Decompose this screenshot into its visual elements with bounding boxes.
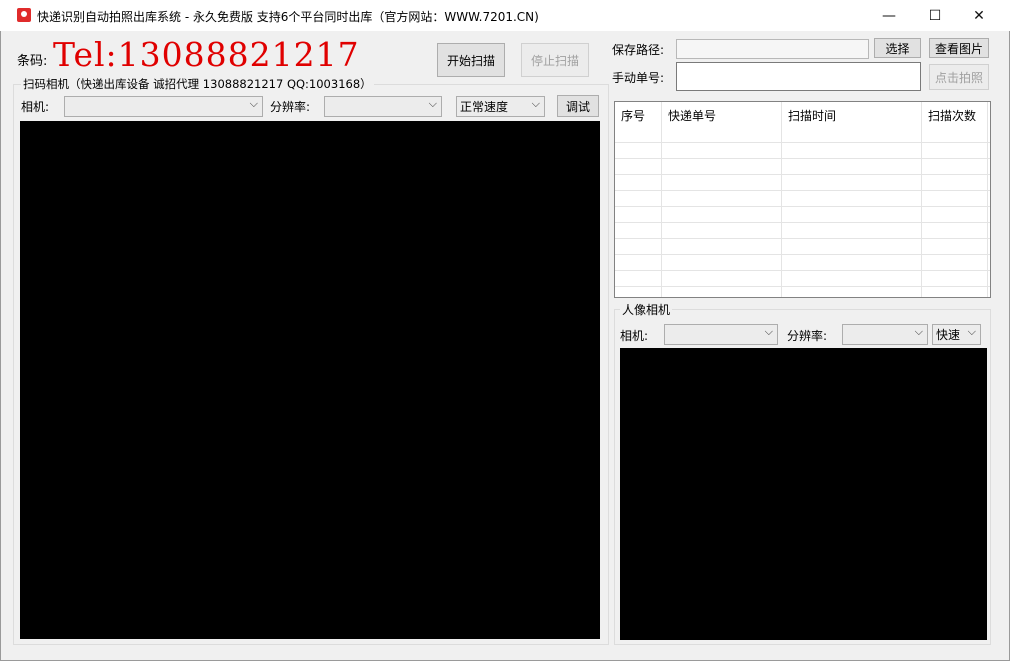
portrait-camera-group-title: 人像相机 xyxy=(620,301,673,318)
portrait-camera-preview xyxy=(620,348,987,640)
scan-resolution-select[interactable]: ⌵ xyxy=(324,96,442,117)
chevron-down-icon: ⌵ xyxy=(531,97,540,110)
chevron-down-icon: ⌵ xyxy=(249,97,258,110)
portrait-speed-select[interactable]: 快速 ⌵ xyxy=(932,324,981,345)
grid-row-line xyxy=(615,286,990,287)
grid-row-line xyxy=(615,190,990,191)
portrait-resolution-label: 分辨率: xyxy=(787,329,828,343)
column-header-scan-time[interactable]: 扫描时间 xyxy=(782,102,922,131)
maximize-button[interactable]: ☐ xyxy=(912,0,958,31)
grid-row-line xyxy=(615,142,990,143)
manual-number-input[interactable] xyxy=(676,62,921,91)
grid-row-line xyxy=(615,206,990,207)
scan-camera-preview xyxy=(20,121,600,639)
portrait-speed-selected: 快速 xyxy=(936,328,961,342)
window-title: 快递识别自动拍照出库系统 - 永久免费版 支持6个平台同时出库（官方网站：WWW… xyxy=(37,10,539,24)
shoot-button[interactable]: 点击拍照 xyxy=(929,64,989,90)
scan-speed-select[interactable]: 正常速度 ⌵ xyxy=(456,96,545,117)
grid-row-line xyxy=(615,174,990,175)
close-button[interactable]: ✕ xyxy=(956,0,1002,31)
save-path-label: 保存路径: xyxy=(612,43,665,57)
stop-scan-button[interactable]: 停止扫描 xyxy=(521,43,589,77)
chevron-down-icon: ⌵ xyxy=(967,325,976,338)
records-table[interactable]: 序号 快递单号 扫描时间 扫描次数 xyxy=(614,101,991,298)
column-header-scan-count[interactable]: 扫描次数 xyxy=(922,102,990,131)
barcode-value: Tel:13088821217 xyxy=(53,35,360,74)
barcode-label: 条码: xyxy=(17,54,48,69)
grid-divider xyxy=(781,102,782,297)
chevron-down-icon: ⌵ xyxy=(764,325,773,338)
portrait-resolution-select[interactable]: ⌵ xyxy=(842,324,928,345)
grid-divider xyxy=(661,102,662,297)
grid-row-line xyxy=(615,158,990,159)
choose-path-button[interactable]: 选择 xyxy=(874,38,921,58)
column-header-index[interactable]: 序号 xyxy=(615,102,662,131)
title-bar: 快递识别自动拍照出库系统 - 永久免费版 支持6个平台同时出库（官方网站：WWW… xyxy=(0,0,1010,31)
view-images-button[interactable]: 查看图片 xyxy=(929,38,989,58)
portrait-camera-label: 相机: xyxy=(620,329,649,343)
scan-camera-select[interactable]: ⌵ xyxy=(64,96,263,117)
scan-speed-selected: 正常速度 xyxy=(460,100,509,114)
grid-divider xyxy=(987,102,988,297)
manual-number-label: 手动单号: xyxy=(612,71,665,85)
portrait-camera-select[interactable]: ⌵ xyxy=(664,324,778,345)
grid-divider xyxy=(921,102,922,297)
scan-resolution-label: 分辨率: xyxy=(270,100,311,114)
grid-row-line xyxy=(615,254,990,255)
chevron-down-icon: ⌵ xyxy=(914,325,923,338)
chevron-down-icon: ⌵ xyxy=(428,97,437,110)
grid-row-line xyxy=(615,238,990,239)
scan-camera-label: 相机: xyxy=(21,100,50,114)
column-header-tracking-number[interactable]: 快递单号 xyxy=(662,102,782,131)
debug-button[interactable]: 调试 xyxy=(557,95,599,117)
minimize-button[interactable]: — xyxy=(866,0,912,31)
start-scan-button[interactable]: 开始扫描 xyxy=(437,43,505,77)
grid-row-line xyxy=(615,222,990,223)
scan-camera-group-title: 扫码相机（快递出库设备 诚招代理 13088821217 QQ:1003168） xyxy=(21,76,374,92)
grid-row-line xyxy=(615,270,990,271)
app-icon xyxy=(17,8,31,22)
save-path-input[interactable] xyxy=(676,39,869,59)
